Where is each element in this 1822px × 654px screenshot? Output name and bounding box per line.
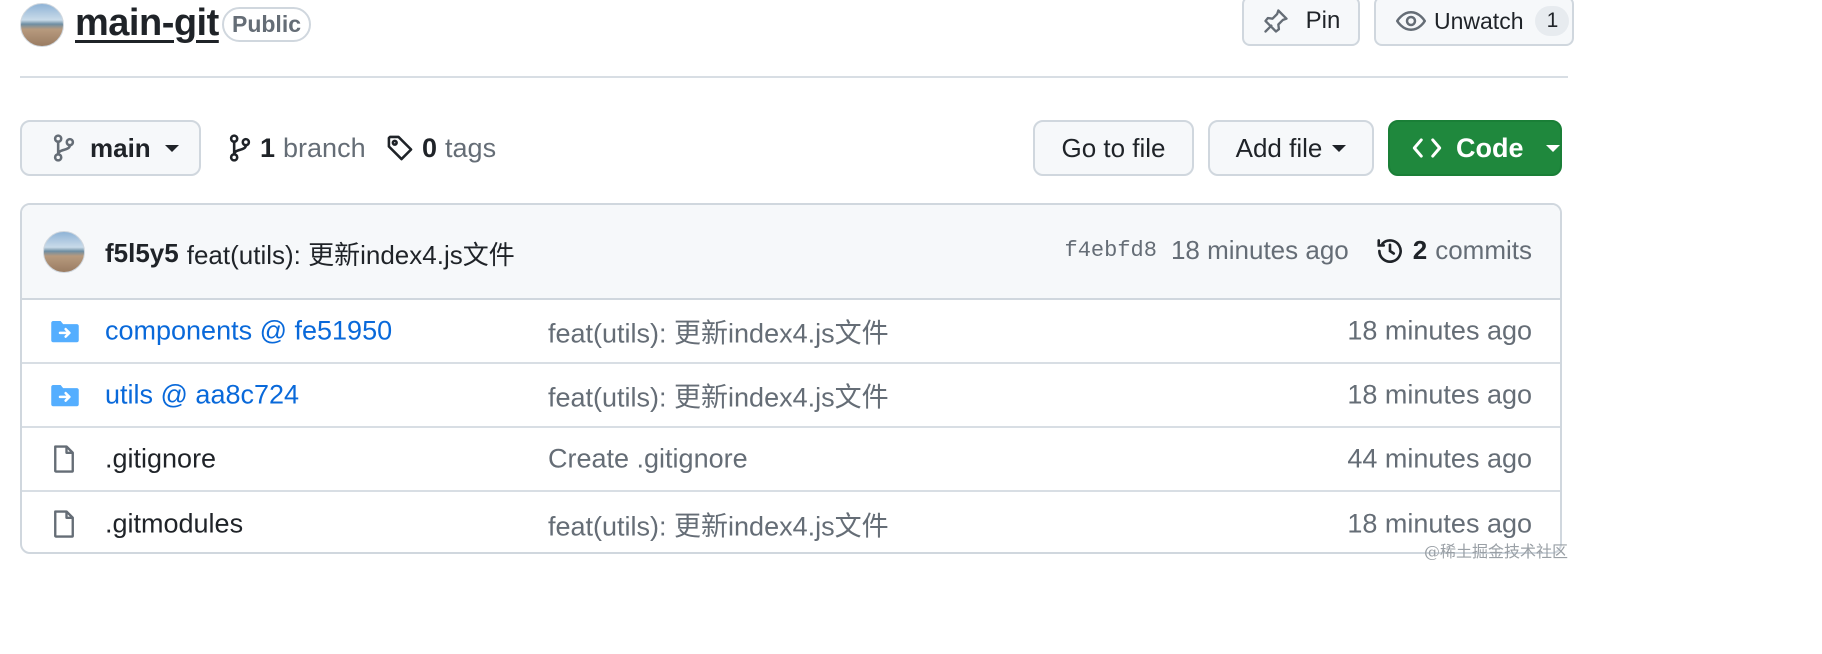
file-commit-time: 44 minutes ago bbox=[1347, 443, 1532, 474]
unwatch-label: Unwatch bbox=[1434, 7, 1524, 34]
tag-count: 0 bbox=[422, 132, 438, 163]
file-table: f5l5y5 feat(utils): 更新index4.js文件 f4ebfd… bbox=[20, 203, 1562, 554]
repo-name-link[interactable]: main-git bbox=[75, 2, 219, 45]
file-commit-time: 18 minutes ago bbox=[1347, 508, 1532, 539]
eye-icon bbox=[1396, 8, 1426, 34]
pin-label: Pin bbox=[1305, 7, 1341, 34]
file-row[interactable]: components @ fe51950 feat(utils): 更新index… bbox=[22, 300, 1560, 364]
tags-link[interactable]: 0 tags bbox=[386, 132, 496, 164]
code-label: Code bbox=[1456, 132, 1524, 163]
file-commit-message[interactable]: feat(utils): 更新index4.js文件 bbox=[548, 312, 889, 351]
commit-author-avatar[interactable] bbox=[43, 231, 85, 273]
chevron-down-icon bbox=[1332, 144, 1347, 152]
chevron-down-icon bbox=[1545, 144, 1560, 152]
commit-author[interactable]: f5l5y5 bbox=[105, 238, 179, 269]
go-to-file-label: Go to file bbox=[1061, 132, 1166, 163]
branch-label: branch bbox=[283, 132, 366, 163]
history-icon bbox=[1375, 236, 1405, 266]
commit-sha[interactable]: f4ebfd8 bbox=[1065, 238, 1157, 263]
file-row[interactable]: .gitmodules feat(utils): 更新index4.js文件 18 … bbox=[22, 492, 1560, 552]
branch-selector[interactable]: main bbox=[20, 120, 201, 176]
pin-icon bbox=[1262, 7, 1290, 35]
header-divider bbox=[20, 76, 1568, 78]
commit-message[interactable]: feat(utils): 更新index4.js文件 bbox=[187, 235, 515, 272]
current-branch-label: main bbox=[90, 132, 151, 163]
file-commit-message[interactable]: Create .gitignore bbox=[548, 444, 748, 475]
file-icon bbox=[50, 444, 78, 474]
file-icon bbox=[50, 509, 78, 539]
file-list: components @ fe51950 feat(utils): 更新index… bbox=[22, 300, 1560, 552]
submodule-folder-icon bbox=[50, 318, 80, 344]
go-to-file-button[interactable]: Go to file bbox=[1033, 120, 1194, 176]
unwatch-button[interactable]: Unwatch 1 bbox=[1374, 0, 1574, 46]
file-row[interactable]: .gitignore Create .gitignore 44 minutes ag… bbox=[22, 428, 1560, 492]
commit-count: 2 bbox=[1412, 235, 1428, 265]
tag-label: tags bbox=[445, 132, 497, 163]
git-branch-icon bbox=[228, 134, 252, 162]
submodule-link[interactable]: utils @ aa8c724 bbox=[105, 380, 299, 411]
submodule-folder-icon bbox=[50, 382, 80, 408]
latest-commit-bar: f5l5y5 feat(utils): 更新index4.js文件 f4ebfd… bbox=[22, 205, 1560, 300]
watch-count-badge: 1 bbox=[1535, 6, 1570, 36]
file-row[interactable]: utils @ aa8c724 feat(utils): 更新index4.js文… bbox=[22, 364, 1560, 428]
add-file-button[interactable]: Add file bbox=[1208, 120, 1374, 176]
branches-link[interactable]: 1 branch bbox=[228, 132, 366, 164]
watermark: @稀土掘金技术社区 bbox=[1424, 542, 1569, 561]
tag-icon bbox=[386, 134, 414, 162]
file-commit-message[interactable]: feat(utils): 更新index4.js文件 bbox=[548, 376, 889, 415]
visibility-badge: Public bbox=[222, 7, 311, 42]
commit-count-link[interactable]: 2 commits bbox=[1413, 235, 1532, 266]
repo-owner-avatar[interactable] bbox=[20, 3, 64, 47]
file-commit-message[interactable]: feat(utils): 更新index4.js文件 bbox=[548, 505, 889, 544]
submodule-link[interactable]: components @ fe51950 bbox=[105, 316, 392, 347]
git-branch-icon bbox=[52, 134, 76, 162]
code-icon bbox=[1412, 136, 1442, 160]
file-link[interactable]: .gitignore bbox=[105, 444, 216, 475]
pin-button[interactable]: Pin bbox=[1242, 0, 1360, 46]
chevron-down-icon bbox=[164, 144, 179, 152]
code-button[interactable]: Code bbox=[1388, 120, 1562, 176]
file-link[interactable]: .gitmodules bbox=[105, 509, 243, 540]
commit-label: commits bbox=[1435, 235, 1532, 265]
commit-time: 18 minutes ago bbox=[1170, 235, 1349, 265]
file-commit-time: 18 minutes ago bbox=[1347, 315, 1532, 346]
file-commit-time: 18 minutes ago bbox=[1347, 379, 1532, 410]
add-file-label: Add file bbox=[1235, 132, 1323, 163]
branch-count: 1 bbox=[260, 132, 276, 163]
